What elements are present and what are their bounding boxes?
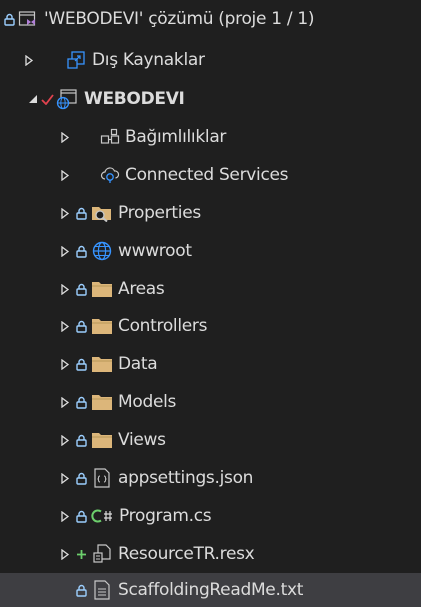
tree-row-areas[interactable]: Areas (0, 270, 421, 308)
expand-arrow-icon[interactable] (58, 345, 72, 383)
tree-item-label: Program.cs (119, 506, 212, 526)
expand-arrow-icon[interactable] (58, 421, 72, 459)
resx-file-icon (90, 535, 114, 573)
folder-icon (90, 270, 114, 308)
tree-item-label: ScaffoldingReadMe.txt (118, 580, 304, 600)
tree-row-appsettings[interactable]: appsettings.json (0, 459, 421, 497)
expand-arrow-icon[interactable] (58, 156, 72, 194)
text-file-icon (90, 573, 114, 607)
tree-item-label: Bağımlılıklar (125, 127, 227, 147)
tree-item-label: Dış Kaynaklar (92, 50, 205, 70)
globe-icon (90, 232, 114, 270)
lock-icon (74, 573, 88, 607)
lock-icon (74, 421, 88, 459)
folder-icon (90, 345, 114, 383)
tree-row-connected-services[interactable]: Connected Services (0, 156, 421, 194)
tree-row-solution[interactable]: 'WEBODEVI' çözümü (proje 1 / 1) (0, 0, 421, 38)
expand-arrow-icon[interactable] (58, 232, 72, 270)
expand-arrow-icon[interactable] (58, 459, 72, 497)
tree-item-label: 'WEBODEVI' çözümü (proje 1 / 1) (44, 9, 315, 29)
tree-row-data[interactable]: Data (0, 345, 421, 383)
lock-icon (74, 459, 88, 497)
tree-row-models[interactable]: Models (0, 383, 421, 421)
tree-item-label: Models (118, 392, 177, 412)
lock-icon (74, 232, 88, 270)
folder-icon (90, 383, 114, 421)
lock-icon (74, 194, 88, 232)
tree-row-scaffolding-readme[interactable]: ScaffoldingReadMe.txt (0, 573, 421, 607)
tree-row-external-sources[interactable]: Dış Kaynaklar (0, 41, 421, 79)
lock-icon (74, 383, 88, 421)
tree-item-label: wwwroot (118, 241, 192, 261)
external-sources-icon (64, 41, 88, 79)
connected-services-icon (98, 156, 122, 194)
expand-arrow-icon[interactable] (58, 118, 72, 156)
tree-item-label: WEBODEVI (84, 89, 185, 109)
folder-icon (90, 421, 114, 459)
tree-row-project[interactable]: WEBODEVI (0, 80, 421, 118)
lock-icon (74, 345, 88, 383)
lock-icon (2, 0, 16, 38)
lock-icon (74, 497, 88, 535)
expand-arrow-icon[interactable] (58, 383, 72, 421)
dependencies-icon (98, 118, 122, 156)
plus-icon (74, 535, 88, 573)
tree-item-label: Properties (118, 203, 201, 223)
tree-item-label: Controllers (118, 316, 208, 336)
tree-item-label: Data (118, 354, 158, 374)
csharp-file-icon (88, 497, 118, 535)
solution-explorer-tree: 'WEBODEVI' çözümü (proje 1 / 1) Dış Kayn… (0, 0, 421, 607)
tree-row-resource-resx[interactable]: ResourceTR.resx (0, 535, 421, 573)
expand-arrow-icon[interactable] (58, 270, 72, 308)
expand-arrow-icon[interactable] (58, 307, 72, 345)
tree-row-wwwroot[interactable]: wwwroot (0, 232, 421, 270)
expand-arrow-icon[interactable] (58, 497, 72, 535)
tree-item-label: appsettings.json (118, 468, 254, 488)
checkmark-icon (40, 80, 54, 118)
expand-arrow-icon[interactable] (58, 535, 72, 573)
tree-item-label: Views (118, 430, 166, 450)
tree-item-label: Connected Services (125, 165, 289, 185)
tree-row-views[interactable]: Views (0, 421, 421, 459)
expand-arrow-icon[interactable] (58, 194, 72, 232)
web-project-icon (54, 80, 80, 118)
tree-item-label: Areas (118, 279, 165, 299)
lock-icon (74, 307, 88, 345)
tree-item-label: ResourceTR.resx (118, 544, 255, 564)
tree-row-properties[interactable]: Properties (0, 194, 421, 232)
lock-icon (74, 270, 88, 308)
properties-folder-icon (90, 194, 114, 232)
expand-arrow-icon[interactable] (22, 41, 36, 79)
json-file-icon (90, 459, 114, 497)
solution-icon (16, 0, 40, 38)
collapse-arrow-icon[interactable] (26, 80, 40, 118)
tree-row-controllers[interactable]: Controllers (0, 307, 421, 345)
folder-icon (90, 307, 114, 345)
tree-row-program-cs[interactable]: Program.cs (0, 497, 421, 535)
tree-row-dependencies[interactable]: Bağımlılıklar (0, 118, 421, 156)
